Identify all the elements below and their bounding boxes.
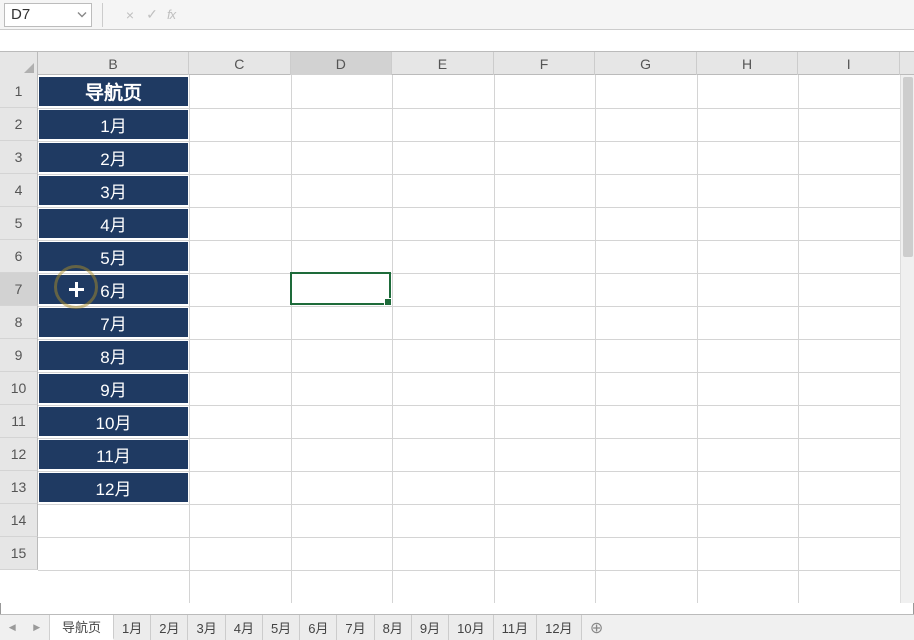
row-header-12[interactable]: 12: [0, 438, 38, 471]
column-header-H[interactable]: H: [697, 52, 799, 76]
sheet-tab-strip: ◀ ▶ 导航页1月2月3月4月5月6月7月8月9月10月11月12月⊕: [0, 614, 914, 640]
enter-button[interactable]: ✓: [141, 3, 163, 27]
sheet-tab-6月[interactable]: 6月: [300, 615, 337, 640]
row-header-2[interactable]: 2: [0, 108, 38, 141]
nav-month-cell[interactable]: 9月: [38, 373, 189, 404]
sheet-next-icon[interactable]: ▶: [33, 622, 40, 633]
column-headers: BCDEFGHI: [0, 51, 914, 75]
gridline-v: [494, 75, 495, 603]
row-header-14[interactable]: 14: [0, 504, 38, 537]
column-header-D[interactable]: D: [291, 52, 393, 76]
sheet-prev-icon[interactable]: ◀: [9, 622, 16, 633]
name-box-dropdown-icon[interactable]: [77, 6, 87, 23]
nav-month-cell[interactable]: 12月: [38, 472, 189, 503]
new-sheet-button[interactable]: ⊕: [582, 615, 612, 640]
sheet-tab-12月[interactable]: 12月: [537, 615, 581, 640]
spacer: [0, 30, 914, 51]
nav-month-cell[interactable]: 4月: [38, 208, 189, 239]
vertical-scrollbar-thumb[interactable]: [903, 77, 913, 257]
row-header-10[interactable]: 10: [0, 372, 38, 405]
cells[interactable]: 导航页1月2月3月4月5月6月7月8月9月10月11月12月: [38, 75, 914, 603]
column-header-G[interactable]: G: [595, 52, 697, 76]
divider: [102, 3, 103, 27]
formula-input[interactable]: [175, 3, 914, 27]
sheet-tab-3月[interactable]: 3月: [188, 615, 225, 640]
gridline-h: [38, 570, 914, 571]
row-header-7[interactable]: 7: [0, 273, 38, 306]
row-header-1[interactable]: 1: [0, 75, 38, 108]
row-headers: 123456789101112131415: [0, 75, 38, 570]
sheet-tab-4月[interactable]: 4月: [226, 615, 263, 640]
sheet-tab-11月[interactable]: 11月: [494, 615, 538, 640]
gridline-v: [392, 75, 393, 603]
active-cell-outline: [290, 272, 392, 305]
column-header-I[interactable]: I: [798, 52, 900, 76]
column-header-F[interactable]: F: [494, 52, 596, 76]
nav-month-cell[interactable]: 2月: [38, 142, 189, 173]
nav-month-cell[interactable]: 11月: [38, 439, 189, 470]
sheet-tab-1月[interactable]: 1月: [114, 615, 151, 640]
gridline-v: [697, 75, 698, 603]
gridline-h: [38, 504, 914, 505]
grid-area[interactable]: 123456789101112131415 导航页1月2月3月4月5月6月7月8…: [0, 75, 914, 603]
select-all-corner[interactable]: [0, 52, 38, 76]
sheet-tab-10月[interactable]: 10月: [449, 615, 493, 640]
gridline-v: [189, 75, 190, 603]
nav-month-cell[interactable]: 1月: [38, 109, 189, 140]
gridline-v: [595, 75, 596, 603]
gridline-v: [291, 75, 292, 603]
formula-bar: D7 × ✓ fx: [0, 0, 914, 30]
nav-month-cell[interactable]: 5月: [38, 241, 189, 272]
nav-month-cell[interactable]: 7月: [38, 307, 189, 338]
column-header-C[interactable]: C: [189, 52, 291, 76]
sheet-tab-5月[interactable]: 5月: [263, 615, 300, 640]
row-header-13[interactable]: 13: [0, 471, 38, 504]
sheet-nav-buttons: ◀ ▶: [0, 615, 50, 640]
row-header-11[interactable]: 11: [0, 405, 38, 438]
column-header-B[interactable]: B: [38, 52, 189, 76]
column-header-E[interactable]: E: [392, 52, 494, 76]
sheet-tab-2月[interactable]: 2月: [151, 615, 188, 640]
fx-icon[interactable]: fx: [167, 7, 175, 22]
sheet-tab-8月[interactable]: 8月: [375, 615, 412, 640]
sheet-tab-导航页[interactable]: 导航页: [50, 615, 114, 640]
name-box[interactable]: D7: [4, 3, 92, 27]
row-header-4[interactable]: 4: [0, 174, 38, 207]
row-header-9[interactable]: 9: [0, 339, 38, 372]
sheet-tab-7月[interactable]: 7月: [337, 615, 374, 640]
nav-month-cell[interactable]: 3月: [38, 175, 189, 206]
nav-month-cell[interactable]: 6月: [38, 274, 189, 305]
nav-month-cell[interactable]: 8月: [38, 340, 189, 371]
vertical-scrollbar[interactable]: [900, 75, 914, 603]
nav-month-cell[interactable]: 10月: [38, 406, 189, 437]
sheet-tab-9月[interactable]: 9月: [412, 615, 449, 640]
nav-header-cell[interactable]: 导航页: [38, 76, 189, 107]
gridline-h: [38, 537, 914, 538]
row-header-8[interactable]: 8: [0, 306, 38, 339]
cancel-button[interactable]: ×: [119, 3, 141, 27]
gridline-v: [798, 75, 799, 603]
name-box-value: D7: [11, 6, 30, 23]
row-header-6[interactable]: 6: [0, 240, 38, 273]
row-header-5[interactable]: 5: [0, 207, 38, 240]
row-header-3[interactable]: 3: [0, 141, 38, 174]
row-header-15[interactable]: 15: [0, 537, 38, 570]
